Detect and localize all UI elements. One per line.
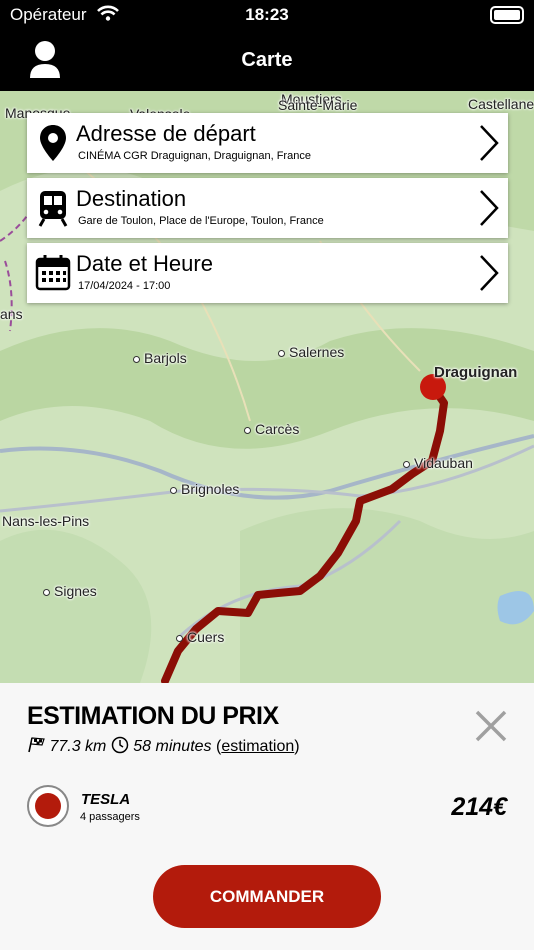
battery-icon bbox=[490, 6, 524, 24]
close-icon[interactable] bbox=[474, 709, 508, 743]
map-label-signes: Signes bbox=[43, 583, 97, 599]
map-label-sainte-marie: Sainte-Marie bbox=[278, 97, 358, 113]
map-label-carces: Carcès bbox=[244, 421, 299, 437]
estimation-link[interactable]: estimation bbox=[221, 738, 294, 755]
map-pin-icon bbox=[40, 125, 66, 161]
chevron-right-icon bbox=[480, 125, 499, 161]
departure-card[interactable]: Adresse de départ CINÉMA CGR Draguignan,… bbox=[27, 113, 508, 173]
page-title: Carte bbox=[241, 49, 293, 71]
map-label-draguignan: Draguignan bbox=[434, 364, 518, 381]
map-label-nans: Nans-les-Pins bbox=[2, 513, 90, 529]
price: 214€ bbox=[451, 793, 507, 821]
trip-stats: 77.3 km 58 minutes (estimation) bbox=[27, 736, 300, 756]
card-subtitle: 17/04/2024 - 17:00 bbox=[78, 280, 171, 292]
map-label-brignoles: Brignoles bbox=[170, 481, 239, 497]
map-label-cuers: Cuers bbox=[176, 629, 224, 645]
map-label-text: Carcès bbox=[255, 421, 300, 437]
map-label-vidauban: Vidauban bbox=[403, 455, 473, 471]
vehicle-name: TESLA bbox=[81, 791, 131, 808]
destination-card[interactable]: Destination Gare de Toulon, Place de l'E… bbox=[27, 178, 508, 238]
map-label-text: Signes bbox=[54, 583, 97, 599]
town-dot bbox=[176, 634, 183, 642]
navbar: Carte bbox=[0, 30, 534, 91]
vehicle-radio[interactable] bbox=[27, 785, 69, 827]
calendar-icon bbox=[35, 255, 71, 291]
map-label-text: Brignoles bbox=[181, 481, 240, 497]
chevron-right-icon bbox=[480, 190, 499, 226]
town-dot bbox=[133, 355, 140, 363]
train-icon bbox=[38, 191, 68, 227]
map-label-text: Vidauban bbox=[414, 455, 473, 471]
clock-icon bbox=[111, 736, 129, 754]
distance: 77.3 km bbox=[49, 738, 107, 755]
paren-close: ) bbox=[294, 738, 300, 755]
chevron-right-icon bbox=[480, 255, 499, 291]
duration: 58 minutes bbox=[133, 738, 212, 755]
flag-icon bbox=[28, 737, 45, 753]
town-dot bbox=[170, 486, 177, 494]
town-dot bbox=[244, 426, 251, 434]
card-subtitle: CINÉMA CGR Draguignan, Draguignan, Franc… bbox=[78, 150, 311, 162]
estimate-panel: ESTIMATION DU PRIX 77.3 km 58 minutes (e… bbox=[0, 683, 534, 950]
map-label-castellane: Castellane bbox=[468, 96, 534, 112]
map-label-salernes: Salernes bbox=[278, 344, 344, 360]
estimate-title: ESTIMATION DU PRIX bbox=[27, 702, 279, 730]
status-bar: Opérateur 18:23 bbox=[0, 0, 534, 30]
town-dot bbox=[278, 349, 285, 357]
vehicle-seats: 4 passagers bbox=[80, 811, 140, 823]
map-label-text: Barjols bbox=[144, 350, 187, 366]
map-label-text: Salernes bbox=[289, 344, 345, 360]
datetime-card[interactable]: Date et Heure 17/04/2024 - 17:00 bbox=[27, 243, 508, 303]
card-subtitle: Gare de Toulon, Place de l'Europe, Toulo… bbox=[78, 215, 324, 227]
clock: 18:23 bbox=[245, 5, 289, 24]
map-label-barjols: Barjols bbox=[133, 350, 187, 366]
map-label-ans: ans bbox=[0, 306, 23, 322]
card-title: Date et Heure bbox=[76, 251, 213, 276]
town-dot bbox=[403, 460, 410, 468]
card-title: Destination bbox=[76, 186, 187, 211]
order-button[interactable]: COMMANDER bbox=[153, 865, 381, 928]
map-label-text: Cuers bbox=[187, 629, 225, 645]
town-dot bbox=[43, 588, 50, 596]
card-title: Adresse de départ bbox=[76, 121, 256, 146]
